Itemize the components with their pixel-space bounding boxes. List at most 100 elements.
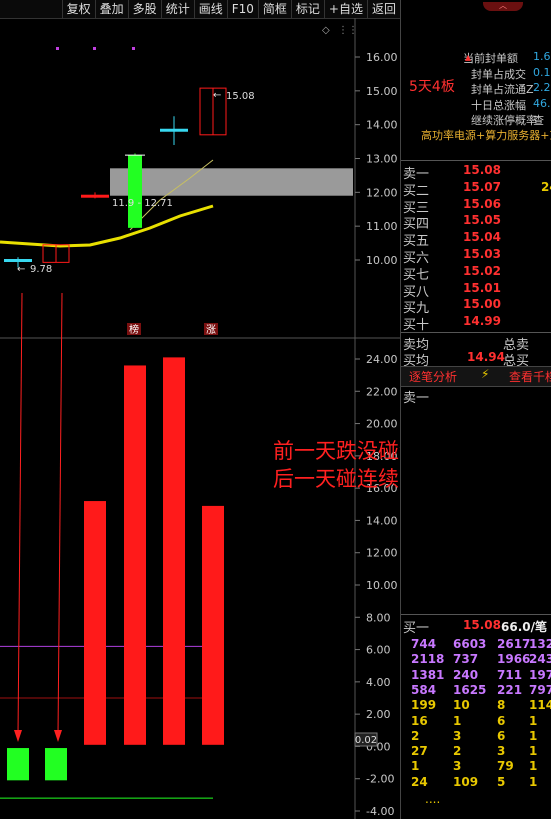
candle-body bbox=[4, 259, 32, 262]
queue-cell: 3 bbox=[453, 728, 462, 743]
volume-bar bbox=[84, 501, 106, 745]
price-tick-label: 15.00 bbox=[366, 85, 398, 98]
queue-cell: 1381 bbox=[411, 667, 445, 682]
queue-cell: 1140 bbox=[529, 698, 551, 713]
stat-value: 1.61 bbox=[533, 50, 551, 63]
price-tick-label: 10.00 bbox=[366, 254, 398, 267]
volume-bar bbox=[163, 357, 185, 745]
queue-cell: 199 bbox=[411, 698, 437, 713]
queue-cell: 1 bbox=[411, 759, 420, 774]
volume-tick-label: 10.00 bbox=[366, 579, 398, 592]
annotation-arrow bbox=[17, 292, 23, 736]
queue-cell: 737 bbox=[453, 652, 479, 667]
volume-tick-label: 6.00 bbox=[366, 644, 391, 657]
volume-tick-label: 24.00 bbox=[366, 353, 398, 366]
stat-value: 2.2 bbox=[533, 81, 551, 94]
bid-price: 15.02 bbox=[463, 263, 501, 278]
arrow-left-icon: ← bbox=[17, 264, 25, 275]
concept-tags[interactable]: 高功率电源+算力服务器+东 bbox=[421, 127, 551, 143]
queue-cell: 797 bbox=[529, 682, 551, 697]
candle-body bbox=[81, 194, 109, 198]
grip-icon: ⋮⋮ bbox=[338, 25, 358, 36]
bid-price: 15.01 bbox=[463, 280, 501, 295]
annotation-arrow bbox=[57, 292, 63, 736]
bid-price: 15.04 bbox=[463, 230, 501, 245]
bid-label: 买十 bbox=[403, 318, 430, 334]
price-tick-label: 16.00 bbox=[366, 51, 398, 64]
bid-price: 15.05 bbox=[463, 213, 501, 228]
price-tick-label: 12.00 bbox=[366, 186, 398, 199]
volume-bar bbox=[7, 748, 29, 781]
sell1-label: 卖一 bbox=[403, 391, 430, 406]
queue-cell: 1625 bbox=[453, 682, 487, 697]
marker-dot bbox=[93, 47, 96, 50]
queue-cell: 1 bbox=[529, 744, 538, 759]
bid-volume: 24 bbox=[541, 179, 551, 194]
chevron-up-icon: ︿ bbox=[499, 1, 507, 10]
quote-panel: ︿ 5天4板 当前封单额1.61封单占成交0.16封单占流通Z2.2十日总涨幅4… bbox=[400, 0, 551, 819]
queue-cell: 1 bbox=[529, 713, 538, 728]
price-tick-label: 13.00 bbox=[366, 153, 398, 166]
candle-body bbox=[128, 155, 142, 228]
queue-cell: 2118 bbox=[411, 652, 445, 667]
queue-cell: 584 bbox=[411, 682, 437, 697]
queue-cell: 2 bbox=[411, 728, 420, 743]
divider bbox=[401, 160, 551, 161]
volume-tick-label: 4.00 bbox=[366, 676, 391, 689]
volume-tick-label: 2.00 bbox=[366, 708, 391, 721]
bid-price: 14.99 bbox=[463, 314, 501, 329]
tab-view-depth[interactable]: 查看千档 bbox=[509, 368, 551, 385]
queue-cell: 744 bbox=[411, 637, 437, 651]
volume-tick-label: 22.00 bbox=[366, 385, 398, 398]
chart-area[interactable]: 16.00 15.00 14.00 13.00 12.00 11.00 10.00 ◇ ⋮⋮ 9.… bbox=[0, 0, 400, 819]
queue-ellipsis: .... bbox=[425, 792, 441, 806]
queue-cell: 1 bbox=[453, 713, 462, 728]
volume-bar bbox=[202, 505, 224, 745]
buy1-volume: 66.0/笔 bbox=[501, 620, 547, 634]
queue-cell: 16 bbox=[411, 713, 428, 728]
tag-bang: 榜 bbox=[129, 323, 139, 336]
flame-icon: ▴ bbox=[465, 50, 472, 64]
queue-cell: 1 bbox=[529, 774, 538, 789]
volume-bar bbox=[45, 748, 67, 781]
low-price-label: 9.78 bbox=[30, 264, 52, 275]
stat-value: 46.1 bbox=[533, 96, 551, 110]
bid-price: 15.00 bbox=[463, 297, 501, 312]
queue-cell: 10 bbox=[453, 698, 470, 713]
divider bbox=[401, 614, 551, 615]
arrow-head bbox=[14, 730, 22, 742]
bid-price: 15.08 bbox=[463, 163, 501, 177]
price-tick-label: 14.00 bbox=[366, 119, 398, 132]
volume-tick-label: 14.00 bbox=[366, 514, 398, 527]
queue-cell: 1973 bbox=[529, 667, 551, 682]
marker-dot bbox=[132, 47, 135, 50]
diamond-icon: ◇ bbox=[322, 25, 330, 36]
bid-price: 15.07 bbox=[463, 179, 501, 194]
queue-cell: 6603 bbox=[453, 637, 487, 651]
arrow-left-icon: ← bbox=[213, 90, 221, 101]
queue-cell: 2434 bbox=[529, 652, 551, 667]
candle-body bbox=[160, 128, 188, 132]
high-price-label: 15.08 bbox=[226, 91, 255, 102]
bid-price: 15.06 bbox=[463, 196, 501, 211]
queue-cell: 2 bbox=[453, 744, 462, 759]
queue-cell: 109 bbox=[453, 774, 479, 789]
ma-line bbox=[0, 204, 214, 248]
divider bbox=[401, 332, 551, 333]
queue-cell: 27 bbox=[411, 744, 428, 759]
volume-tick-label: -4.00 bbox=[366, 805, 394, 818]
stat-value: 0.16 bbox=[533, 65, 551, 79]
price-tick-label: 11.00 bbox=[366, 220, 398, 233]
volume-tick-label: -2.00 bbox=[366, 773, 394, 786]
queue-cell: 240 bbox=[453, 667, 479, 682]
tag-zhang: 涨 bbox=[206, 324, 216, 336]
indicator-value: 0.02 bbox=[355, 735, 377, 746]
queue-cell: 24 bbox=[411, 774, 428, 789]
queue-cell: 1320 bbox=[529, 637, 551, 651]
range-label: 11.9 - 12.71 bbox=[112, 198, 173, 209]
marker-dot bbox=[56, 47, 59, 50]
queue-cell: 3 bbox=[453, 759, 462, 774]
queue-cell: 1 bbox=[529, 759, 538, 774]
volume-tick-label: 8.00 bbox=[366, 611, 391, 624]
arrow-head bbox=[54, 730, 62, 742]
